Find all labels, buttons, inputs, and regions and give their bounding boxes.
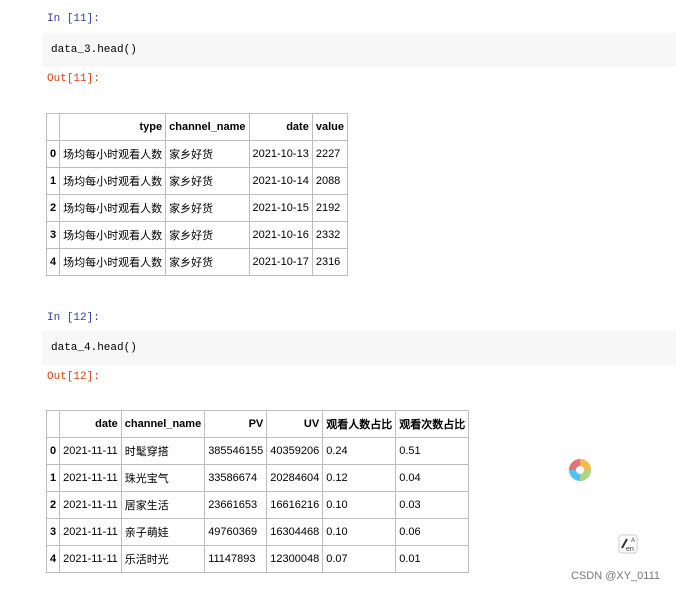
table-cell: 20284604 bbox=[266, 464, 324, 492]
index-header bbox=[45, 113, 61, 141]
table-cell: 23661653 bbox=[204, 491, 268, 519]
table-cell: 珠光宝气 bbox=[120, 464, 206, 492]
table-cell: 2021-10-13 bbox=[248, 140, 313, 168]
output-prompt-12: Out[12]: bbox=[47, 371, 100, 383]
svg-text:A: A bbox=[631, 538, 635, 544]
table-row: 0 场均每小时观看人数 家乡好货 2021-10-13 2227 bbox=[45, 140, 348, 168]
table-row: 3 场均每小时观看人数 家乡好货 2021-10-16 2332 bbox=[45, 221, 348, 249]
table-cell: 16304468 bbox=[266, 518, 324, 546]
table-cell: 49760369 bbox=[204, 518, 268, 546]
table-cell: 0.03 bbox=[395, 491, 470, 519]
column-header: channel_name bbox=[165, 113, 250, 141]
table-cell: 0.10 bbox=[322, 518, 397, 546]
table-row: 4 场均每小时观看人数 家乡好货 2021-10-17 2316 bbox=[45, 248, 348, 276]
table-cell: 33586674 bbox=[204, 464, 268, 492]
row-index: 3 bbox=[45, 221, 61, 249]
table-cell: 乐活时光 bbox=[120, 545, 206, 573]
column-header: UV bbox=[266, 410, 324, 438]
table-body: 0 场均每小时观看人数 家乡好货 2021-10-13 2227 1 场均每小时观看人数 家乡… bbox=[45, 140, 348, 276]
table-cell: 0.51 bbox=[395, 437, 470, 465]
table-cell: 0.10 bbox=[322, 491, 397, 519]
row-index: 4 bbox=[45, 248, 61, 276]
table-header: date channel_name PV UV 观看人数占比 观看次数占比 bbox=[45, 410, 470, 438]
table-cell: 2021-11-11 bbox=[59, 464, 122, 492]
column-header: date bbox=[59, 410, 122, 438]
table-cell: 2021-10-17 bbox=[248, 248, 313, 276]
table-cell: 场均每小时观看人数 bbox=[59, 221, 167, 249]
translate-icon[interactable]: en A bbox=[618, 534, 638, 554]
column-header: date bbox=[248, 113, 313, 141]
table-cell: 场均每小时观看人数 bbox=[59, 248, 167, 276]
row-index: 1 bbox=[45, 464, 61, 492]
table-row: 2 场均每小时观看人数 家乡好货 2021-10-15 2192 bbox=[45, 194, 348, 222]
watermark-text: CSDN @XY_0111 bbox=[570, 570, 660, 582]
table-cell: 0.06 bbox=[395, 518, 470, 546]
table-cell: 12300048 bbox=[266, 545, 324, 573]
table-cell: 0.12 bbox=[322, 464, 397, 492]
table-cell: 0.01 bbox=[395, 545, 470, 573]
table-cell: 家乡好货 bbox=[165, 194, 250, 222]
table-cell: 2088 bbox=[311, 167, 348, 195]
row-index: 4 bbox=[45, 545, 61, 573]
table-cell: 家乡好货 bbox=[165, 248, 250, 276]
table-cell: 2021-10-16 bbox=[248, 221, 313, 249]
table-header: type channel_name date value bbox=[45, 113, 348, 141]
table-row: 3 2021-11-11 亲子萌娃 49760369 16304468 0.10 0.06 bbox=[45, 518, 470, 546]
table-body: 0 2021-11-11 时髦穿搭 385546155 40359206 0.24 0.51… bbox=[45, 437, 470, 573]
floating-ball-icon[interactable] bbox=[568, 458, 592, 482]
code-cell-11[interactable]: data_3.head() bbox=[42, 33, 676, 67]
table-cell: 居家生活 bbox=[120, 491, 206, 519]
table-cell: 2021-11-11 bbox=[59, 491, 122, 519]
table-cell: 场均每小时观看人数 bbox=[59, 140, 167, 168]
table-cell: 2021-11-11 bbox=[59, 518, 122, 546]
table-cell: 0.07 bbox=[322, 545, 397, 573]
table-cell: 2332 bbox=[311, 221, 348, 249]
table-cell: 2021-11-11 bbox=[59, 437, 122, 465]
row-index: 2 bbox=[45, 491, 61, 519]
table-cell: 时髦穿搭 bbox=[120, 437, 206, 465]
table-row: 4 2021-11-11 乐活时光 11147893 12300048 0.07 0.01 bbox=[45, 545, 470, 573]
input-prompt-11: In [11]: bbox=[47, 13, 100, 25]
index-header bbox=[45, 410, 61, 438]
dataframe-table-data-4: date channel_name PV UV 观看人数占比 观看次数占比 0 2021-1… bbox=[45, 410, 470, 573]
table-cell: 场均每小时观看人数 bbox=[59, 194, 167, 222]
table-cell: 场均每小时观看人数 bbox=[59, 167, 167, 195]
column-header: PV bbox=[204, 410, 268, 438]
output-prompt-11: Out[11]: bbox=[47, 73, 100, 85]
table-cell: 2021-10-15 bbox=[248, 194, 313, 222]
table-cell: 家乡好货 bbox=[165, 221, 250, 249]
table-cell: 2192 bbox=[311, 194, 348, 222]
input-prompt-12: In [12]: bbox=[47, 312, 100, 324]
row-index: 3 bbox=[45, 518, 61, 546]
column-header: value bbox=[311, 113, 348, 141]
table-cell: 2021-11-11 bbox=[59, 545, 122, 573]
row-index: 2 bbox=[45, 194, 61, 222]
table-cell: 0.24 bbox=[322, 437, 397, 465]
table-row: 1 2021-11-11 珠光宝气 33586674 20284604 0.12 0.04 bbox=[45, 464, 470, 492]
table-row: 1 场均每小时观看人数 家乡好货 2021-10-14 2088 bbox=[45, 167, 348, 195]
column-header: 观看人数占比 bbox=[322, 410, 397, 438]
column-header: type bbox=[59, 113, 167, 141]
row-index: 0 bbox=[45, 140, 61, 168]
code-cell-12[interactable]: data_4.head() bbox=[42, 331, 676, 365]
column-header: 观看次数占比 bbox=[395, 410, 470, 438]
table-cell: 16616216 bbox=[266, 491, 324, 519]
column-header: channel_name bbox=[120, 410, 206, 438]
table-cell: 2316 bbox=[311, 248, 348, 276]
table-cell: 40359206 bbox=[266, 437, 324, 465]
table-row: 2 2021-11-11 居家生活 23661653 16616216 0.10 0.03 bbox=[45, 491, 470, 519]
svg-text:en: en bbox=[626, 546, 634, 553]
table-cell: 2021-10-14 bbox=[248, 167, 313, 195]
table-cell: 0.04 bbox=[395, 464, 470, 492]
table-cell: 家乡好货 bbox=[165, 140, 250, 168]
row-index: 1 bbox=[45, 167, 61, 195]
dataframe-table-data-3: type channel_name date value 0 场均每小时观看人数 家乡好货… bbox=[45, 113, 348, 276]
table-cell: 2227 bbox=[311, 140, 348, 168]
table-row: 0 2021-11-11 时髦穿搭 385546155 40359206 0.24 0.51 bbox=[45, 437, 470, 465]
row-index: 0 bbox=[45, 437, 61, 465]
table-cell: 11147893 bbox=[204, 545, 268, 573]
table-cell: 亲子萌娃 bbox=[120, 518, 206, 546]
table-cell: 385546155 bbox=[204, 437, 268, 465]
table-cell: 家乡好货 bbox=[165, 167, 250, 195]
